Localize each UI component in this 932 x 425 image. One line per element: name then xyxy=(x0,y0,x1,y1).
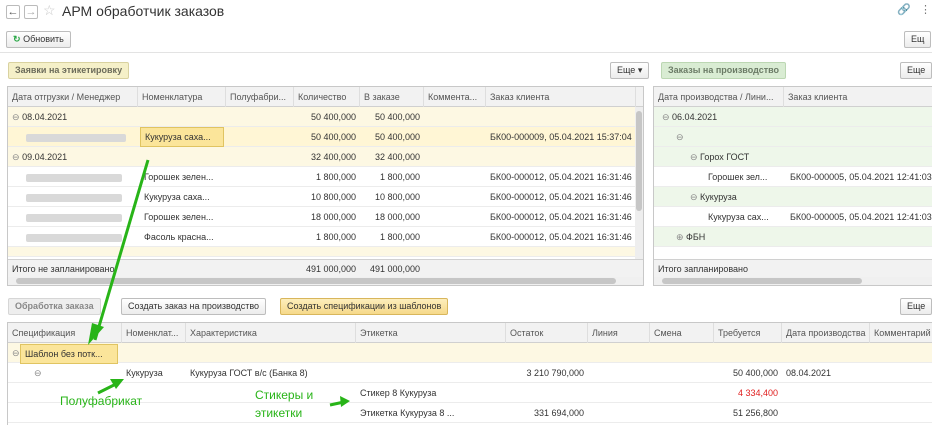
annotation-stickers-line1: Стикеры и xyxy=(255,388,314,402)
annotation-stickers-line2: этикетки xyxy=(255,406,303,420)
arrow-spec-line xyxy=(93,159,150,341)
annotation-semi-finished: Полуфабрикат xyxy=(60,394,143,408)
arrow-sticker-head xyxy=(340,396,350,407)
arrow-spec-head xyxy=(88,323,104,345)
annotation-arrows xyxy=(88,159,350,407)
